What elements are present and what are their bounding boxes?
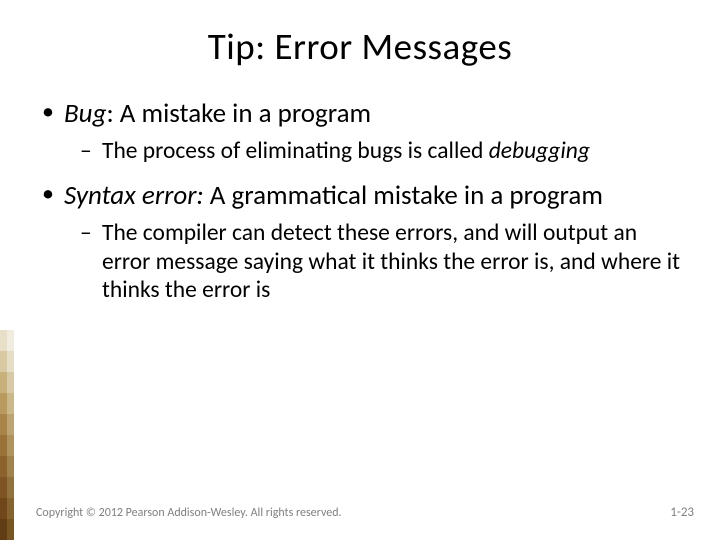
bullet-text: The process of eliminating bugs is calle… xyxy=(102,137,489,165)
bullet-level1: Syntax error: A grammatical mistake in a… xyxy=(36,179,684,213)
term-syntax-error: Syntax error: xyxy=(64,179,204,212)
bullet-level2: The compiler can detect these errors, an… xyxy=(36,219,684,305)
slide-body: Bug: A mistake in a program The process … xyxy=(0,87,720,305)
bullet-level1: Bug: A mistake in a program xyxy=(36,97,684,131)
term-debugging: debugging xyxy=(489,137,590,165)
bullet-text: The compiler can detect these errors, an… xyxy=(102,219,680,304)
page-number: 1-23 xyxy=(670,505,694,520)
bullet-text: : A mistake in a program xyxy=(106,97,371,130)
bullet-level2: The process of eliminating bugs is calle… xyxy=(36,137,684,166)
bullet-text: A grammatical mistake in a program xyxy=(204,179,603,212)
slide-title: Tip: Error Messages xyxy=(0,0,720,87)
copyright-footer: Copyright © 2012 Pearson Addison-Wesley.… xyxy=(36,506,342,520)
slide: Tip: Error Messages Bug: A mistake in a … xyxy=(0,0,720,540)
term-bug: Bug xyxy=(64,97,106,130)
left-edge-decoration xyxy=(0,330,14,540)
